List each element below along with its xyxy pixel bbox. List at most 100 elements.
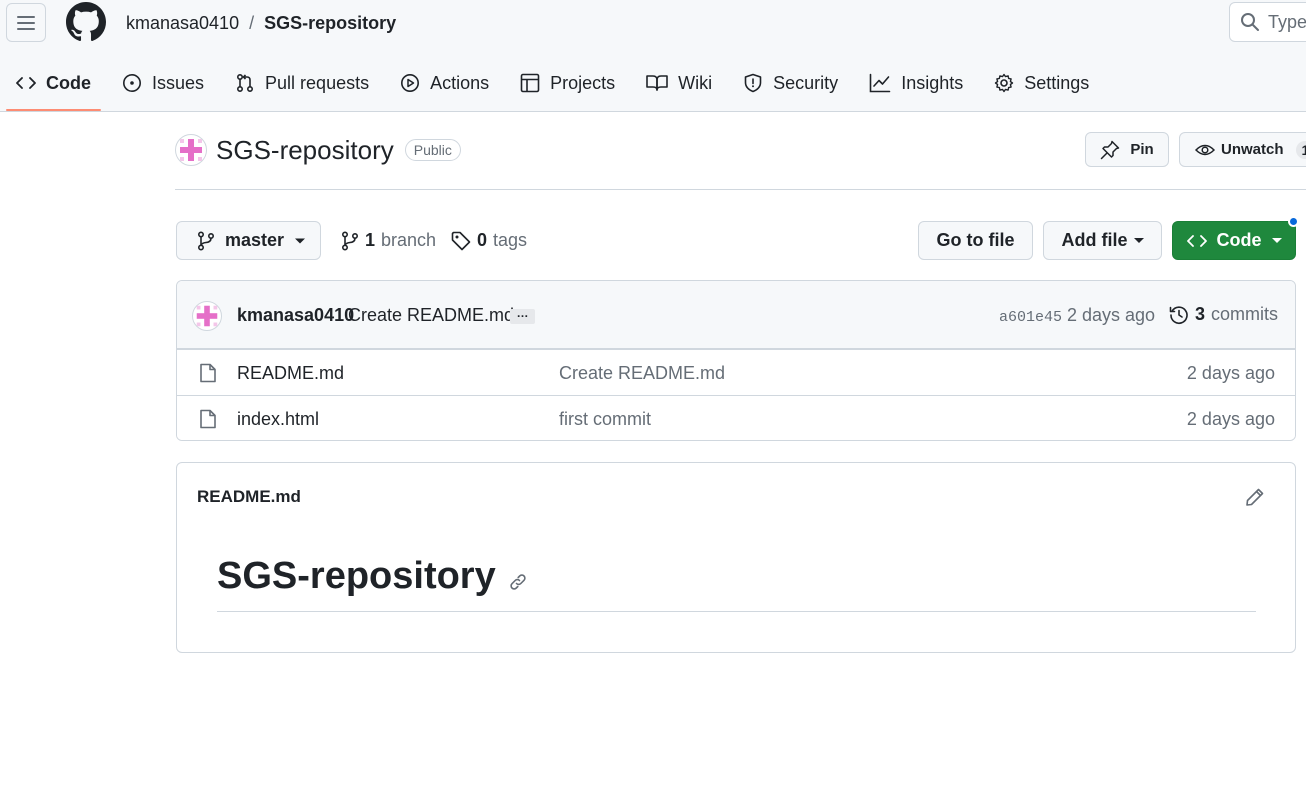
branch-count-label: branch: [381, 230, 437, 250]
triangle-down-icon: [1271, 237, 1282, 243]
breadcrumb: kmanasa0410 / SGS-repository: [126, 12, 396, 34]
tab-security[interactable]: Security: [733, 64, 848, 102]
file-name-link[interactable]: index.html: [237, 409, 319, 430]
commit-count: 3: [1195, 304, 1206, 324]
breadcrumb-separator: /: [249, 13, 255, 33]
readme-panel: README.md SGS-repository: [176, 462, 1296, 653]
tag-icon: [451, 231, 471, 250]
file-commit-link[interactable]: Create README.md: [559, 363, 725, 384]
git-pull-request-icon: [237, 73, 254, 93]
branch-select-button[interactable]: master: [176, 221, 321, 260]
search-placeholder: Type: [1268, 11, 1306, 32]
app-header: kmanasa0410 / SGS-repository Type Code I…: [0, 0, 1306, 112]
repo-title-row: SGS-repository Public: [175, 134, 461, 166]
breadcrumb-owner-link[interactable]: kmanasa0410: [126, 12, 239, 34]
github-logo-icon[interactable]: [66, 2, 106, 42]
search-icon: [1241, 13, 1259, 31]
notification-dot: [1288, 216, 1299, 227]
graph-icon: [869, 73, 891, 93]
play-icon: [401, 74, 420, 92]
go-to-file-label: Go to file: [936, 230, 1015, 250]
menu-button[interactable]: [6, 3, 46, 42]
tab-code-label: Code: [46, 72, 91, 93]
code-icon: [16, 77, 36, 89]
repo-nav-tabs: Code Issues Pull requests Actions Projec…: [6, 64, 1110, 112]
code-button[interactable]: Code: [1172, 221, 1296, 260]
identicon-icon: [196, 305, 218, 327]
heading-rule: [217, 611, 1256, 612]
code-button-label: Code: [1216, 230, 1262, 250]
tab-actions[interactable]: Actions: [390, 64, 499, 102]
pencil-icon[interactable]: [1245, 487, 1265, 507]
readme-filename[interactable]: README.md: [197, 487, 301, 507]
pin-button[interactable]: Pin: [1085, 132, 1169, 167]
book-icon: [646, 75, 668, 91]
file-age: 2 days ago: [1186, 409, 1275, 429]
unwatch-label: Unwatch: [1221, 141, 1284, 158]
latest-commit-bar: kmanasa0410 Create README.md … a601e45 2…: [177, 281, 1295, 349]
tab-insights-label: Insights: [901, 72, 964, 93]
commits-history-link[interactable]: 3 commits: [1169, 304, 1278, 325]
tab-pull-requests[interactable]: Pull requests: [225, 64, 379, 102]
search-input[interactable]: Type: [1229, 2, 1306, 42]
commit-message-link[interactable]: Create README.md: [348, 305, 514, 326]
tab-projects-label: Projects: [550, 72, 616, 93]
table-row[interactable]: index.html first commit 2 days ago: [177, 395, 1295, 440]
branches-link[interactable]: 1 branch: [341, 230, 436, 251]
readme-heading: SGS-repository: [217, 555, 528, 598]
commit-count-label: commits: [1211, 304, 1279, 324]
tab-issues-label: Issues: [152, 72, 205, 93]
go-to-file-button[interactable]: Go to file: [918, 221, 1033, 260]
repo-title[interactable]: SGS-repository: [216, 135, 394, 166]
git-branch-icon: [341, 230, 359, 251]
commit-expand-button[interactable]: …: [510, 307, 535, 324]
avatar[interactable]: [175, 134, 207, 166]
branch-name: master: [225, 230, 285, 250]
tab-wiki[interactable]: Wiki: [636, 64, 722, 102]
tab-actions-label: Actions: [430, 72, 490, 93]
file-icon: [200, 363, 216, 383]
file-commit-link[interactable]: first commit: [559, 409, 651, 430]
file-name-link[interactable]: README.md: [237, 363, 344, 384]
file-icon: [200, 409, 216, 429]
tab-settings-label: Settings: [1024, 72, 1090, 93]
file-browser: kmanasa0410 Create README.md … a601e45 2…: [176, 280, 1296, 441]
unwatch-button[interactable]: Unwatch 1: [1179, 132, 1306, 167]
title-divider: [175, 189, 1306, 190]
add-file-label: Add file: [1061, 230, 1128, 250]
eye-icon: [1195, 144, 1215, 155]
breadcrumb-repo-link[interactable]: SGS-repository: [264, 12, 396, 34]
code-icon: [1186, 234, 1207, 247]
tags-link[interactable]: 0 tags: [451, 230, 527, 251]
tag-count-label: tags: [493, 230, 528, 250]
issue-opened-icon: [123, 74, 141, 92]
hamburger-icon: [17, 15, 35, 30]
pin-icon: [1101, 140, 1120, 159]
tab-projects[interactable]: Projects: [510, 64, 625, 102]
avatar[interactable]: [192, 301, 222, 331]
branch-count: 1: [365, 230, 376, 250]
link-icon[interactable]: [508, 572, 528, 592]
table-icon: [520, 73, 540, 93]
pin-label: Pin: [1130, 141, 1154, 158]
tab-insights[interactable]: Insights: [859, 64, 973, 102]
tab-security-label: Security: [773, 72, 839, 93]
git-branch-icon: [197, 230, 215, 251]
tab-issues[interactable]: Issues: [112, 64, 214, 102]
shield-icon: [744, 73, 762, 93]
tab-wiki-label: Wiki: [678, 72, 713, 93]
visibility-badge: Public: [404, 139, 461, 161]
identicon-icon: [180, 139, 202, 161]
tab-code[interactable]: Code: [6, 64, 101, 111]
file-age: 2 days ago: [1186, 363, 1275, 383]
table-row[interactable]: README.md Create README.md 2 days ago: [177, 349, 1295, 395]
tab-settings[interactable]: Settings: [984, 64, 1099, 102]
commit-author-link[interactable]: kmanasa0410: [237, 305, 354, 326]
commit-sha-link[interactable]: a601e45: [999, 309, 1062, 326]
triangle-down-icon: [295, 238, 306, 243]
add-file-button[interactable]: Add file: [1043, 221, 1162, 260]
commit-age: 2 days ago: [1067, 305, 1156, 325]
tab-pull-requests-label: Pull requests: [265, 72, 370, 93]
gear-icon: [995, 73, 1014, 93]
readme-heading-text: SGS-repository: [217, 555, 496, 597]
